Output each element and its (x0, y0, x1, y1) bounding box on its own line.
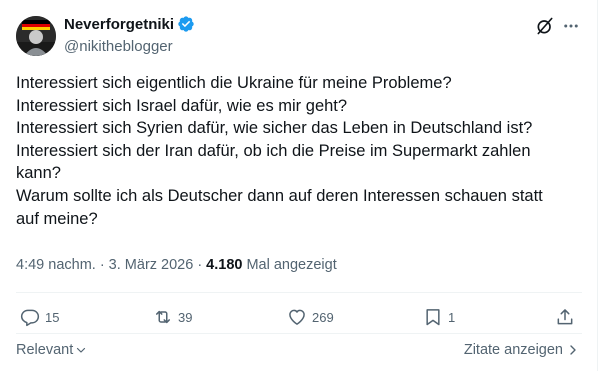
avatar-image (16, 16, 56, 56)
tweet-meta: 4:49 nachm. · 3. März 2026 · 4.180 Mal a… (16, 257, 337, 273)
tweet-timestamp[interactable]: 4:49 nachm. · 3. März 2026 · (16, 257, 202, 273)
verified-badge-icon[interactable] (177, 15, 195, 33)
views-count: 4.180 (206, 257, 243, 273)
chevron-down-icon (75, 344, 87, 356)
bookmark-icon (423, 307, 443, 327)
share-button[interactable] (555, 307, 575, 327)
bookmark-button[interactable]: 1 (423, 307, 455, 327)
tweet-line: kann? (16, 164, 61, 183)
like-count: 269 (312, 309, 334, 325)
tweet-line: Interessiert sich eigentlich die Ukraine… (16, 74, 452, 92)
divider (16, 292, 582, 293)
sort-label: Relevant (16, 342, 74, 358)
divider (16, 333, 582, 334)
reply-count: 15 (45, 309, 60, 325)
views-label: Mal angezeigt (246, 257, 337, 273)
like-button[interactable]: 269 (287, 307, 334, 327)
bookmark-count: 1 (448, 309, 456, 325)
view-quotes-link[interactable]: Zitate anzeigen (464, 342, 578, 358)
more-icon[interactable] (562, 17, 580, 40)
view-quotes-label: Zitate anzeigen (463, 342, 563, 358)
tweet-line: auf meine? (16, 209, 98, 228)
tweet-line: Interessiert sich Israel dafür, wie es m… (16, 96, 348, 115)
reply-button[interactable]: 15 (20, 307, 59, 327)
sort-dropdown[interactable]: Relevant (16, 342, 87, 358)
repost-button[interactable]: 39 (153, 307, 192, 327)
tweet-text: Interessiert sich eigentlich die Ukraine… (16, 72, 582, 230)
grok-icon[interactable] (535, 16, 555, 41)
author-display-name[interactable]: Neverforgetniki (64, 16, 174, 33)
repost-count: 39 (178, 309, 193, 325)
tweet-line: Interessiert sich der Iran dafür, ob ich… (16, 141, 531, 160)
tweet-line: Warum sollte ich als Deutscher dann auf … (16, 186, 543, 205)
repost-icon (153, 307, 173, 327)
reply-icon (20, 307, 40, 327)
like-icon (287, 307, 307, 327)
share-icon (555, 307, 575, 327)
chevron-right-icon (568, 344, 578, 356)
author-name-row: Neverforgetniki (64, 15, 195, 33)
author-handle[interactable]: @nikitheblogger (64, 38, 173, 55)
tweet-line: Interessiert sich Syrien dafür, wie sich… (16, 119, 533, 138)
avatar[interactable] (16, 16, 56, 56)
